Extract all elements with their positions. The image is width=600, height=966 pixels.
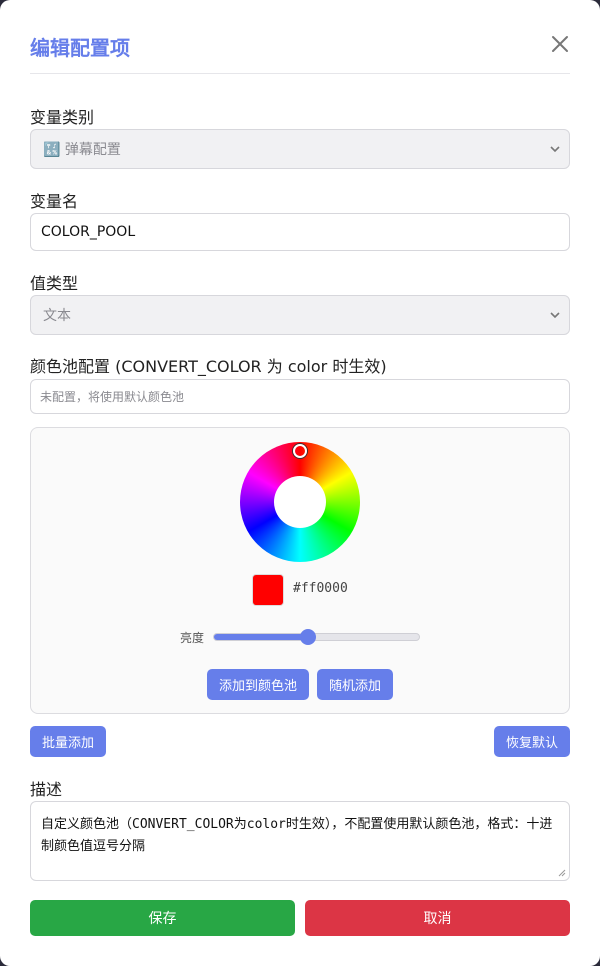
value-type-select[interactable]: 文本 bbox=[30, 295, 570, 335]
brightness-label: 亮度 bbox=[180, 631, 205, 645]
selected-color-swatch bbox=[252, 574, 284, 606]
value-type-label: 值类型 bbox=[30, 274, 79, 293]
color-pool-input[interactable]: 未配置，将使用默认颜色池 bbox=[30, 379, 570, 414]
category-select[interactable]: 🔣 弹幕配置 bbox=[30, 129, 570, 169]
category-label: 变量类别 bbox=[30, 108, 95, 127]
modal-header: 编辑配置项 bbox=[30, 28, 570, 74]
selected-color-hex: #ff0000 bbox=[293, 581, 348, 596]
category-value: 🔣 弹幕配置 bbox=[43, 142, 121, 158]
color-pool-placeholder: 未配置，将使用默认颜色池 bbox=[40, 390, 185, 404]
batch-add-button[interactable]: 批量添加 bbox=[30, 726, 106, 757]
color-wheel-handle[interactable] bbox=[293, 444, 307, 458]
edit-config-modal: 编辑配置项 变量类别 🔣 弹幕配置 变量名 COLOR_POOL 值类型 文本 … bbox=[0, 0, 600, 966]
save-button[interactable]: 保存 bbox=[30, 900, 295, 936]
chevron-down-icon bbox=[550, 146, 560, 153]
cancel-button[interactable]: 取消 bbox=[305, 900, 570, 936]
restore-default-button[interactable]: 恢复默认 bbox=[494, 726, 570, 757]
chevron-down-icon bbox=[550, 312, 560, 319]
brightness-slider-fill bbox=[214, 634, 309, 640]
color-wheel[interactable] bbox=[240, 442, 360, 562]
description-value: 自定义颜色池（CONVERT_COLOR为color时生效），不配置使用默认颜色… bbox=[41, 817, 553, 854]
value-type-value: 文本 bbox=[43, 308, 71, 324]
name-value: COLOR_POOL bbox=[41, 224, 136, 240]
color-wheel-center bbox=[274, 476, 326, 528]
brightness-slider[interactable] bbox=[213, 629, 420, 645]
name-label: 变量名 bbox=[30, 192, 79, 211]
name-input[interactable]: COLOR_POOL bbox=[30, 213, 570, 251]
modal-title: 编辑配置项 bbox=[30, 36, 130, 60]
close-icon[interactable] bbox=[550, 34, 570, 54]
resize-grip-icon[interactable] bbox=[558, 869, 566, 877]
description-label: 描述 bbox=[30, 780, 63, 799]
color-pool-label: 颜色池配置 (CONVERT_COLOR 为 color 时生效) bbox=[30, 357, 387, 376]
color-picker-panel: #ff0000 亮度 添加到颜色池 随机添加 bbox=[30, 427, 570, 714]
add-to-pool-button[interactable]: 添加到颜色池 bbox=[207, 669, 309, 700]
description-textarea[interactable]: 自定义颜色池（CONVERT_COLOR为color时生效），不配置使用默认颜色… bbox=[30, 801, 570, 881]
random-add-button[interactable]: 随机添加 bbox=[317, 669, 393, 700]
brightness-slider-thumb[interactable] bbox=[300, 629, 317, 645]
